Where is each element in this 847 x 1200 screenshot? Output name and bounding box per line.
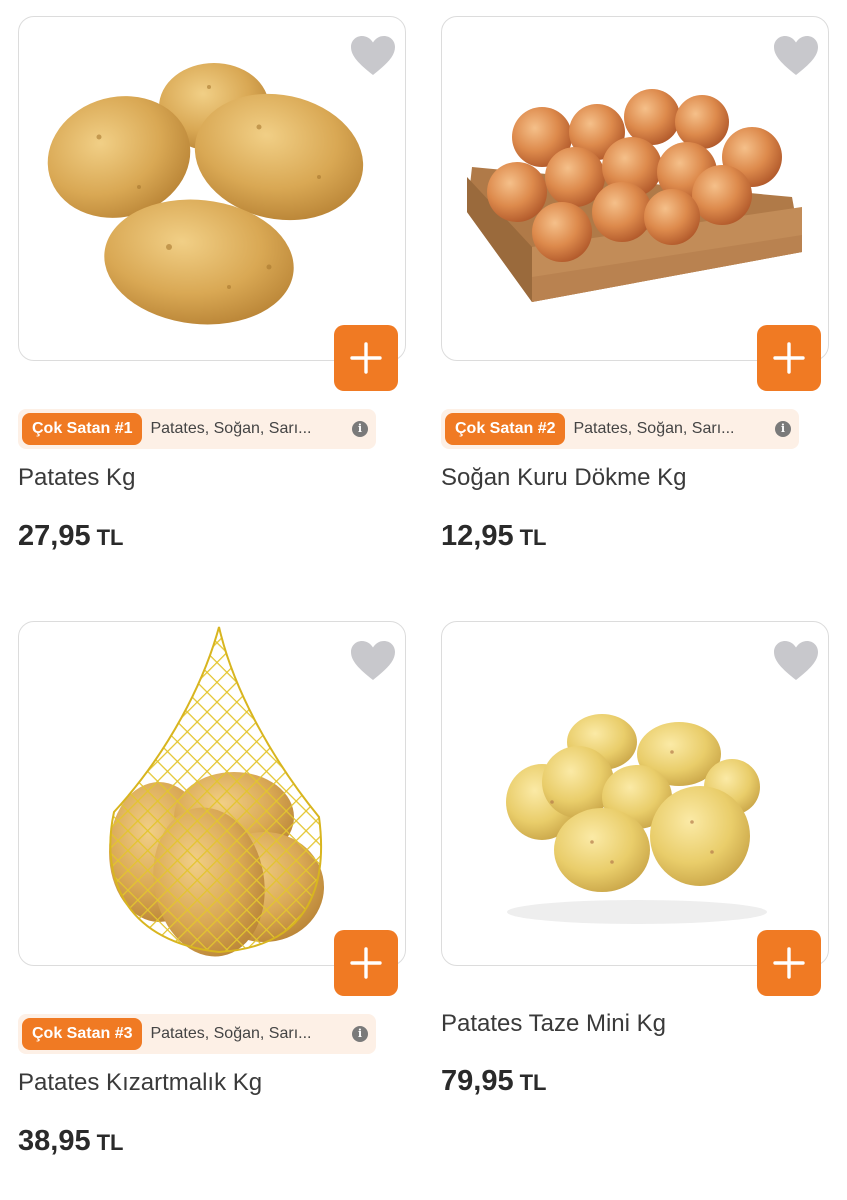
product-name[interactable]: Patates Kızartmalık Kg: [18, 1069, 262, 1097]
product-price: 79,95 TL: [441, 1065, 546, 1098]
plus-icon: [349, 946, 383, 980]
product-name[interactable]: Soğan Kuru Dökme Kg: [441, 464, 686, 492]
potatoes-image: [47, 63, 364, 325]
category-text: Patates, Soğan, Sarı...: [573, 420, 735, 437]
price-currency: TL: [519, 1070, 547, 1095]
heart-icon[interactable]: [772, 35, 820, 77]
price-currency: TL: [519, 525, 547, 550]
bestseller-badge: Çok Satan #1: [22, 413, 143, 445]
category-text: Patates, Soğan, Sarı...: [150, 420, 312, 437]
product-price: 38,95 TL: [18, 1125, 123, 1158]
product-card[interactable]: Çok Satan #3 Patates, Soğan, Sarı... i P…: [18, 621, 408, 1181]
add-to-cart-button[interactable]: [757, 930, 821, 996]
heart-icon[interactable]: [772, 640, 820, 682]
add-to-cart-button[interactable]: [334, 325, 398, 391]
product-image-box[interactable]: [441, 16, 829, 391]
product-price: 12,95 TL: [441, 520, 546, 553]
price-value: 38,95: [18, 1125, 91, 1157]
plus-icon: [349, 341, 383, 375]
product-image-box[interactable]: [18, 16, 406, 391]
info-icon[interactable]: i: [352, 421, 368, 437]
add-to-cart-button[interactable]: [334, 930, 398, 996]
bestseller-row: Çok Satan #1 Patates, Soğan, Sarı... i: [18, 409, 376, 449]
bestseller-badge: Çok Satan #3: [22, 1018, 143, 1050]
product-card[interactable]: Çok Satan #1 Patates, Soğan, Sarı... i P…: [18, 16, 408, 566]
plus-icon: [772, 341, 806, 375]
category-text: Patates, Soğan, Sarı...: [150, 1025, 312, 1042]
product-image-box[interactable]: [18, 621, 406, 996]
product-card[interactable]: Çok Satan #2 Patates, Soğan, Sarı... i S…: [441, 16, 831, 566]
info-icon[interactable]: i: [352, 1026, 368, 1042]
price-value: 27,95: [18, 520, 91, 552]
product-image-box[interactable]: [441, 621, 829, 996]
bestseller-row: Çok Satan #2 Patates, Soğan, Sarı... i: [441, 409, 799, 449]
bestseller-badge: Çok Satan #2: [445, 413, 566, 445]
onions-crate-image: [467, 89, 802, 302]
potatoes-net-image: [109, 626, 324, 957]
product-name[interactable]: Patates Taze Mini Kg: [441, 1010, 666, 1038]
mini-potatoes-image: [506, 714, 767, 924]
price-currency: TL: [96, 525, 124, 550]
info-icon[interactable]: i: [775, 421, 791, 437]
add-to-cart-button[interactable]: [757, 325, 821, 391]
product-price: 27,95 TL: [18, 520, 123, 553]
heart-icon[interactable]: [349, 640, 397, 682]
product-name[interactable]: Patates Kg: [18, 464, 135, 492]
product-card[interactable]: Patates Taze Mini Kg 79,95 TL: [441, 621, 831, 1121]
plus-icon: [772, 946, 806, 980]
heart-icon[interactable]: [349, 35, 397, 77]
price-value: 12,95: [441, 520, 514, 552]
price-value: 79,95: [441, 1065, 514, 1097]
price-currency: TL: [96, 1130, 124, 1155]
bestseller-row: Çok Satan #3 Patates, Soğan, Sarı... i: [18, 1014, 376, 1054]
